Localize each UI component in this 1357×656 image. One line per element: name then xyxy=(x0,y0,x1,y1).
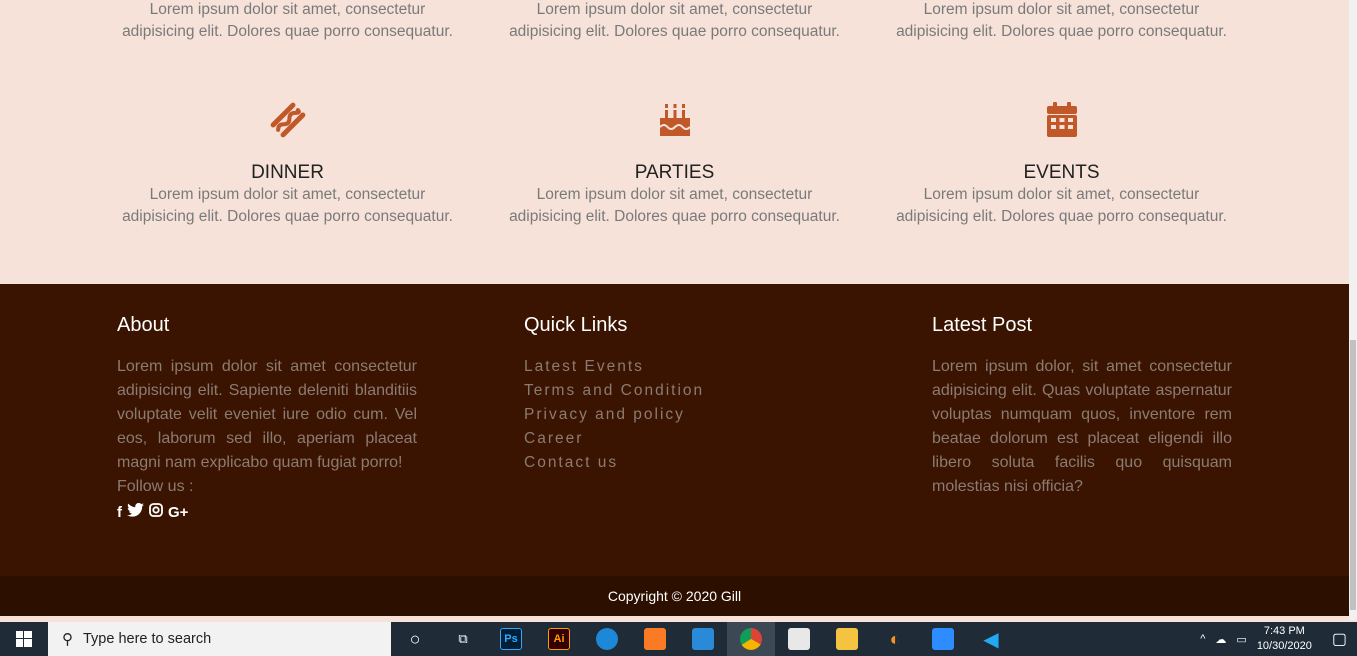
facebook-icon[interactable]: f xyxy=(117,504,122,521)
search-icon: ⚲ xyxy=(62,631,73,648)
service-text: Lorem ipsum dolor sit amet, consectetur … xyxy=(509,186,840,225)
photoshop-label: Ps xyxy=(500,628,522,650)
file-explorer-icon[interactable] xyxy=(823,622,871,656)
clock[interactable]: 7:43 PM 10/30/2020 xyxy=(1257,624,1312,654)
xampp-icon[interactable] xyxy=(631,622,679,656)
service-text-top: Lorem ipsum dolor sit amet, consectetur … xyxy=(502,0,847,43)
battery-icon[interactable]: ▭ xyxy=(1236,633,1246,646)
store-icon[interactable] xyxy=(775,622,823,656)
onedrive-icon[interactable]: ☁ xyxy=(1215,633,1226,646)
latest-post-heading: Latest Post xyxy=(932,314,1033,336)
system-tray: ^ ☁ ▭ 7:43 PM 10/30/2020 ▢ xyxy=(1200,624,1357,654)
footer-about: About Lorem ipsum dolor sit amet consect… xyxy=(117,314,417,521)
chevron-up-icon[interactable]: ^ xyxy=(1200,633,1205,645)
chrome-icon[interactable] xyxy=(727,622,775,656)
service-text: Lorem ipsum dolor sit amet, consectetur … xyxy=(509,1,840,40)
date: 10/30/2020 xyxy=(1256,640,1312,652)
instagram-icon[interactable] xyxy=(149,503,163,521)
calendar-icon xyxy=(889,90,1234,142)
zoom-icon[interactable] xyxy=(919,622,967,656)
service-text: Lorem ipsum dolor sit amet, consectetur … xyxy=(896,186,1227,225)
service-title: EVENTS xyxy=(1023,162,1100,183)
about-heading: About xyxy=(117,314,170,336)
service-dinner: DINNER Lorem ipsum dolor sit amet, conse… xyxy=(115,90,460,228)
scrollbar[interactable] xyxy=(1349,0,1357,620)
footer: About Lorem ipsum dolor sit amet consect… xyxy=(0,284,1349,576)
quick-links-heading: Quick Links xyxy=(524,314,628,336)
services-section: Lorem ipsum dolor sit amet, consectetur … xyxy=(0,0,1349,284)
link-latest-events[interactable]: Latest Events xyxy=(524,355,824,379)
link-contact[interactable]: Contact us xyxy=(524,451,824,475)
search-placeholder: Type here to search xyxy=(83,631,212,647)
twitter-icon[interactable] xyxy=(127,502,144,521)
service-title: PARTIES xyxy=(634,162,715,183)
taskbar-search[interactable]: ⚲ Type here to search xyxy=(48,622,391,656)
service-text-top: Lorem ipsum dolor sit amet, consectetur … xyxy=(889,0,1234,43)
service-events: EVENTS Lorem ipsum dolor sit amet, conse… xyxy=(889,90,1234,228)
vscode-icon[interactable]: ◀ xyxy=(967,622,1015,656)
social-links: f G+ xyxy=(117,502,417,521)
service-text: Lorem ipsum dolor sit amet, consectetur … xyxy=(122,186,453,225)
link-career[interactable]: Career xyxy=(524,427,824,451)
notification-icon[interactable]: ▢ xyxy=(1332,629,1347,649)
link-terms[interactable]: Terms and Condition xyxy=(524,379,824,403)
footer-quick-links: Quick Links Latest Events Terms and Cond… xyxy=(524,314,824,475)
illustrator-label: Ai xyxy=(548,628,570,650)
time: 7:43 PM xyxy=(1263,625,1305,637)
photoshop-icon[interactable]: Ps xyxy=(487,622,535,656)
hotdog-icon xyxy=(115,90,460,142)
birthday-cake-icon xyxy=(502,90,847,142)
about-text: Lorem ipsum dolor sit amet consectetur a… xyxy=(117,358,417,471)
eclipse-icon[interactable]: ◐ xyxy=(871,622,919,656)
link-privacy[interactable]: Privacy and policy xyxy=(524,403,824,427)
google-plus-icon[interactable]: G+ xyxy=(168,504,188,521)
service-parties: PARTIES Lorem ipsum dolor sit amet, cons… xyxy=(502,90,847,228)
mail-icon[interactable] xyxy=(679,622,727,656)
service-text: Lorem ipsum dolor sit amet, consectetur … xyxy=(122,1,453,40)
follow-us-label: Follow us : xyxy=(117,478,194,495)
scrollbar-thumb[interactable] xyxy=(1350,340,1356,610)
taskbar: ⚲ Type here to search ○ ⧉ Ps Ai ◐ ◀ ^ ☁ … xyxy=(0,622,1357,656)
service-text: Lorem ipsum dolor sit amet, consectetur … xyxy=(896,1,1227,40)
copyright: Copyright © 2020 Gill xyxy=(0,576,1349,616)
service-dinner-text-top: Lorem ipsum dolor sit amet, consectetur … xyxy=(115,0,460,43)
task-view-icon[interactable]: ⧉ xyxy=(439,622,487,656)
windows-start-icon[interactable] xyxy=(0,622,48,656)
edge-icon[interactable] xyxy=(583,622,631,656)
footer-latest-post: Latest Post Lorem ipsum dolor, sit amet … xyxy=(932,314,1232,499)
illustrator-icon[interactable]: Ai xyxy=(535,622,583,656)
latest-post-text: Lorem ipsum dolor, sit amet consectetur … xyxy=(932,358,1232,495)
service-title: DINNER xyxy=(251,162,324,183)
cortana-icon[interactable]: ○ xyxy=(391,622,439,656)
